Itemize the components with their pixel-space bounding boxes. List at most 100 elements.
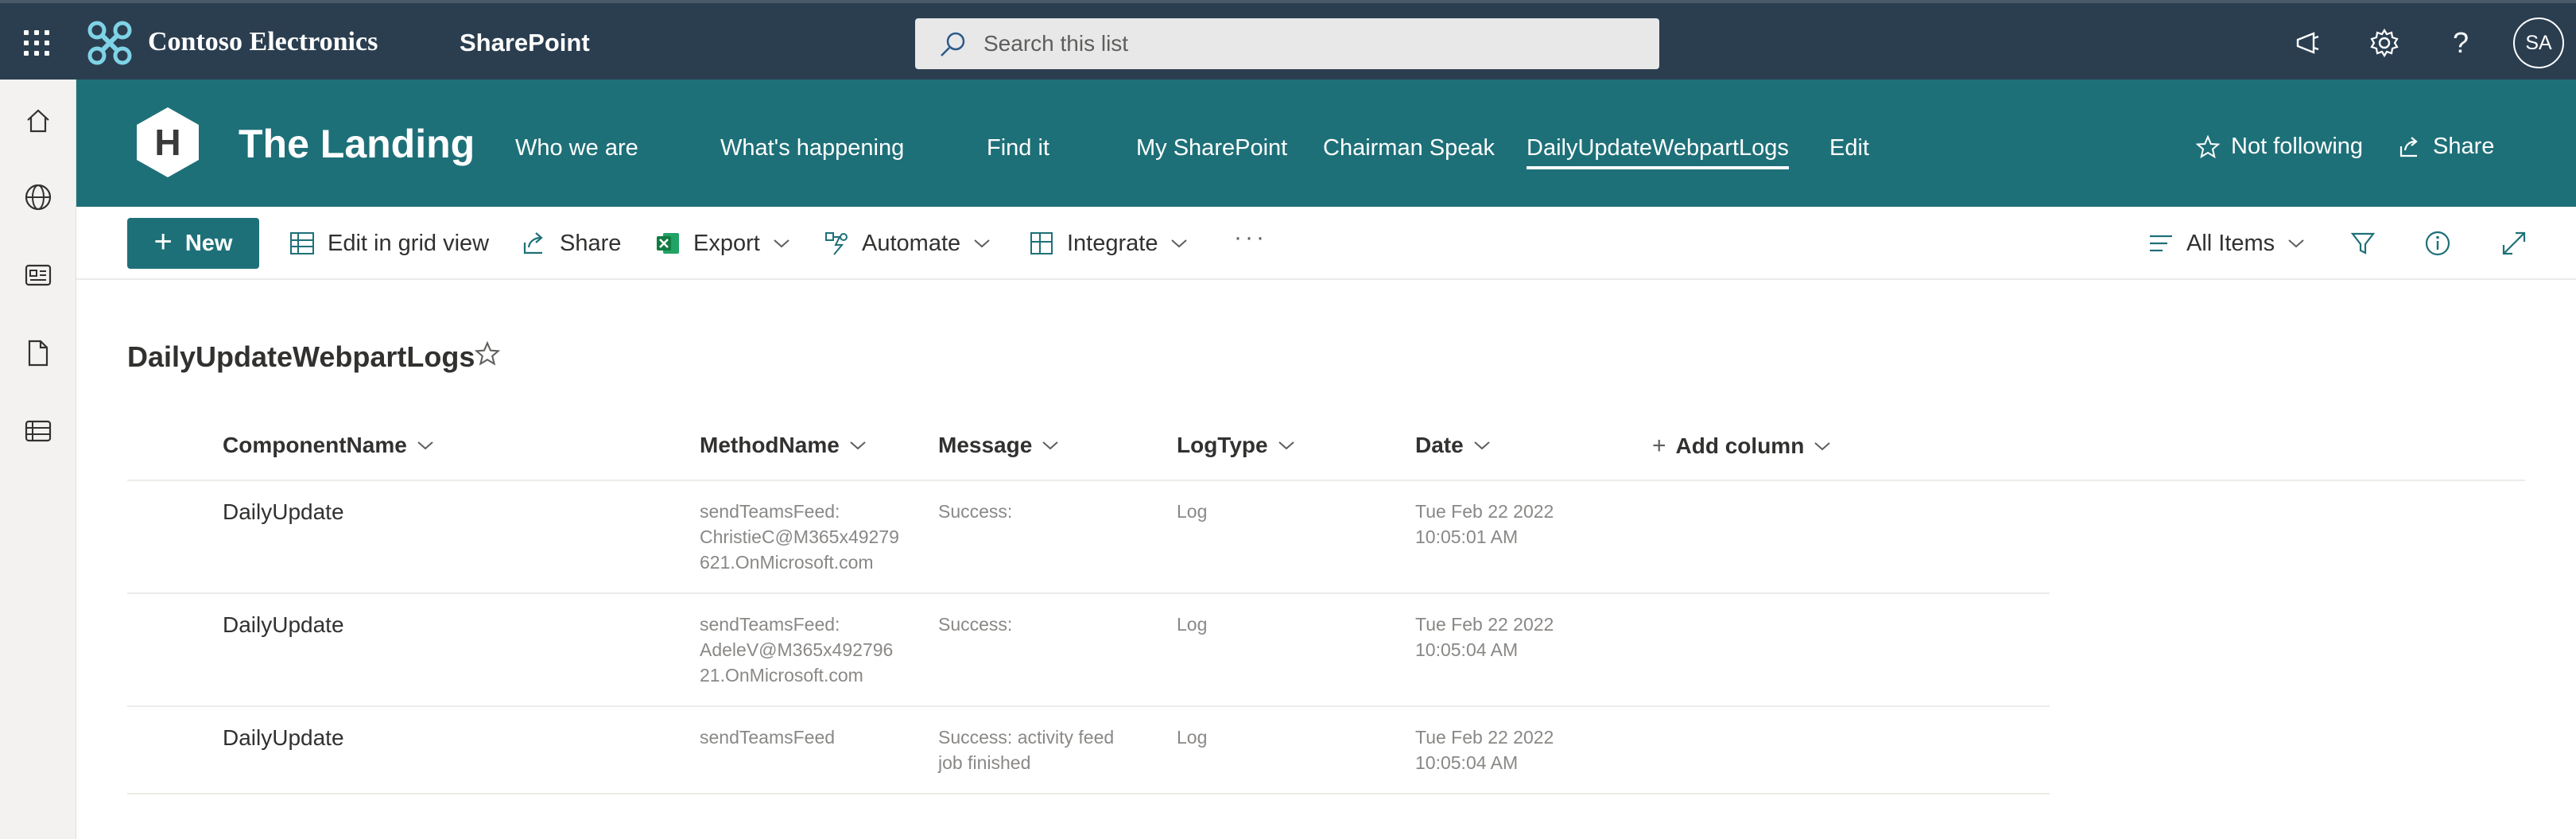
star-icon	[2196, 134, 2220, 158]
follow-label: Not following	[2231, 134, 2364, 159]
column-header-date[interactable]: Date	[1415, 433, 1491, 458]
chevron-down-icon	[774, 239, 789, 248]
new-label: New	[184, 230, 233, 256]
cell-component: DailyUpdate	[223, 612, 344, 637]
share-button[interactable]: Share	[522, 224, 621, 262]
chevron-down-icon	[974, 239, 990, 248]
plus-icon: +	[153, 224, 173, 259]
suite-bar: Contoso Electronics SharePoint ? SA	[0, 0, 2576, 80]
nav-edit[interactable]: Edit	[1829, 135, 1869, 161]
table-row[interactable]: DailyUpdate sendTeamsFeed: AdeleV@M365x4…	[127, 594, 2050, 707]
list-icon[interactable]	[19, 412, 57, 450]
automate-label: Automate	[862, 230, 961, 256]
add-column-label: Add column	[1675, 433, 1805, 458]
cell-logtype: Log	[1177, 501, 1208, 522]
column-label: Message	[938, 433, 1033, 457]
search-input[interactable]	[983, 26, 1635, 61]
gear-icon[interactable]	[2365, 24, 2403, 62]
home-icon[interactable]	[19, 102, 57, 140]
chevron-down-icon	[2288, 239, 2304, 248]
nav-chairman-speak[interactable]: Chairman Speak	[1323, 135, 1495, 161]
chevron-down-icon	[417, 441, 433, 450]
favorite-star-icon[interactable]	[474, 340, 501, 371]
cell-date: Tue Feb 22 2022 10:05:04 AM	[1415, 614, 1554, 660]
cell-logtype: Log	[1177, 727, 1208, 748]
automate-button[interactable]: Automate	[824, 224, 991, 262]
table-row[interactable]: DailyUpdate sendTeamsFeed: ChristieC@M36…	[127, 481, 2050, 594]
cell-message: Success:	[938, 501, 1013, 522]
search-box[interactable]	[915, 18, 1659, 69]
chevron-down-icon	[850, 441, 866, 450]
table-row[interactable]: DailyUpdate sendTeamsFeed Success: activ…	[127, 707, 2050, 794]
brand-name[interactable]: Contoso Electronics	[148, 27, 378, 57]
cell-logtype: Log	[1177, 614, 1208, 635]
column-label: Date	[1415, 433, 1464, 457]
chevron-down-icon	[1278, 441, 1294, 450]
nav-my-sharepoint[interactable]: My SharePoint	[1136, 135, 1287, 161]
nav-whats-happening[interactable]: What's happening	[720, 135, 904, 161]
megaphone-icon[interactable]	[2290, 24, 2328, 62]
info-icon[interactable]	[2419, 224, 2457, 262]
edit-grid-button[interactable]: Edit in grid view	[289, 224, 489, 262]
nav-dailyupdatewebpartlogs[interactable]: DailyUpdateWebpartLogs	[1527, 135, 1789, 169]
new-button[interactable]: + New	[127, 218, 259, 269]
share-site-button[interactable]: Share	[2398, 134, 2494, 160]
share-label: Share	[560, 230, 622, 256]
avatar[interactable]: SA	[2513, 17, 2564, 68]
cell-method: sendTeamsFeed: ChristieC@M365x49279 621.…	[700, 501, 899, 573]
nav-who-we-are[interactable]: Who we are	[515, 135, 638, 161]
view-label: All Items	[2186, 230, 2275, 256]
site-logo[interactable]: H	[130, 105, 205, 180]
document-icon[interactable]	[19, 334, 57, 372]
integrate-icon	[1030, 232, 1053, 254]
cell-date: Tue Feb 22 2022 10:05:04 AM	[1415, 727, 1554, 773]
nav-find-it[interactable]: Find it	[987, 135, 1049, 161]
chevron-down-icon	[1171, 239, 1188, 248]
column-header-componentname[interactable]: ComponentName	[223, 433, 434, 458]
help-icon[interactable]: ?	[2442, 24, 2480, 62]
excel-icon	[657, 233, 679, 254]
app-name[interactable]: SharePoint	[460, 29, 590, 57]
svg-text:H: H	[154, 122, 180, 163]
integrate-label: Integrate	[1067, 230, 1158, 256]
view-list-icon	[2150, 235, 2172, 252]
share-icon	[2399, 136, 2418, 157]
grid-icon	[290, 232, 314, 254]
chevron-down-icon	[1474, 441, 1490, 450]
site-title[interactable]: The Landing	[239, 121, 475, 167]
globe-icon[interactable]	[19, 178, 57, 216]
plus-icon: +	[1652, 433, 1666, 459]
export-button[interactable]: Export	[655, 224, 790, 262]
column-label: LogType	[1177, 433, 1268, 457]
cell-date: Tue Feb 22 2022 10:05:01 AM	[1415, 501, 1554, 547]
edit-grid-label: Edit in grid view	[328, 230, 490, 256]
news-icon[interactable]	[19, 256, 57, 294]
column-label: ComponentName	[223, 433, 407, 457]
cell-method: sendTeamsFeed: AdeleV@M365x492796 21.OnM…	[700, 614, 894, 686]
app-launcher-icon[interactable]	[19, 25, 51, 57]
column-header-methodname[interactable]: MethodName	[700, 433, 867, 458]
add-column-button[interactable]: + Add column	[1652, 433, 1831, 460]
cell-component: DailyUpdate	[223, 725, 344, 750]
cell-message: Success:	[938, 614, 1013, 635]
export-label: Export	[693, 230, 760, 256]
contoso-logo-icon[interactable]	[86, 19, 134, 67]
integrate-button[interactable]: Integrate	[1029, 224, 1188, 262]
chevron-down-icon	[1814, 442, 1830, 451]
column-label: MethodName	[700, 433, 840, 457]
app-bar	[0, 80, 76, 839]
more-options-icon[interactable]: ···	[1234, 224, 1267, 251]
filter-icon[interactable]	[2344, 224, 2382, 262]
cell-component: DailyUpdate	[223, 499, 344, 524]
follow-button[interactable]: Not following	[2196, 134, 2363, 160]
column-header-message[interactable]: Message	[938, 433, 1059, 458]
column-header-logtype[interactable]: LogType	[1177, 433, 1295, 458]
view-selector[interactable]: All Items	[2148, 224, 2305, 262]
cell-message: Success: activity feed job finished	[938, 727, 1115, 773]
cell-method: sendTeamsFeed	[700, 727, 836, 748]
site-header: H The Landing Who we are What's happenin…	[76, 80, 2576, 207]
share-site-label: Share	[2433, 134, 2495, 159]
expand-icon[interactable]	[2495, 224, 2533, 262]
share-icon	[523, 232, 543, 254]
command-bar: + New Edit in grid view Share Export Aut…	[76, 207, 2576, 280]
